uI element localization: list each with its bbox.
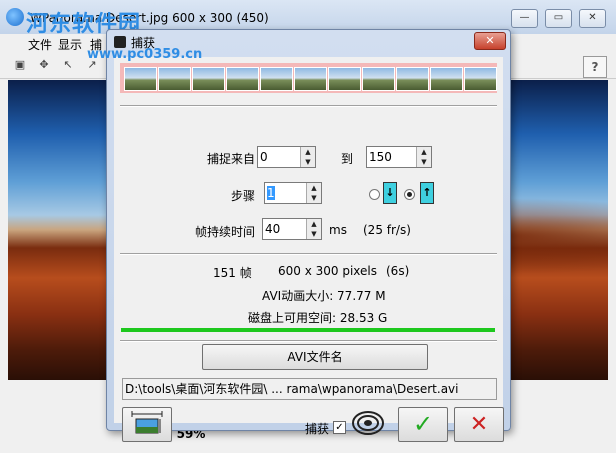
- divider: [120, 105, 497, 107]
- capture-progress-bar: [121, 328, 495, 332]
- disk-free-space: 磁盘上可用空间: 28.53 G: [248, 311, 388, 325]
- film-frame: [396, 67, 429, 91]
- film-frame: [464, 67, 497, 91]
- arrow-up-icon[interactable]: ↑: [420, 182, 434, 204]
- capture-to-value: 150: [369, 150, 392, 164]
- direction-up-radio[interactable]: [404, 189, 415, 200]
- frame-count: 151 帧: [213, 266, 252, 280]
- frame-duration-label: 帧持续时间: [195, 225, 256, 239]
- cancel-button[interactable]: ✕: [454, 407, 504, 442]
- capture-checkbox[interactable]: ✓: [333, 421, 346, 434]
- capture-dialog: 捕获 ✕ 捕捉来自 0 ▲ ▼ 到 150 ▲ ▼ 步骤 1 ▲ ▼ ↓ ↑ 帧…: [106, 29, 511, 442]
- dialog-client: 捕捉来自 0 ▲ ▼ 到 150 ▲ ▼ 步骤 1 ▲ ▼ ↓ ↑ 帧持续时间 40 …: [114, 57, 504, 442]
- step-spinner[interactable]: 1 ▲ ▼: [264, 182, 322, 204]
- film-frame: [328, 67, 361, 91]
- film-frame: [430, 67, 463, 91]
- avi-size: AVI动画大小: 77.77 M: [262, 289, 386, 303]
- watermark-url: www.pc0359.cn: [87, 47, 203, 62]
- toolbar-image-icon[interactable]: ▣: [10, 56, 30, 74]
- capture-checkbox-label: 捕获: [305, 422, 330, 436]
- minimize-button[interactable]: —: [511, 9, 538, 28]
- toolbar-arrow-left-icon[interactable]: ↖: [58, 56, 78, 74]
- ok-button[interactable]: ✓: [398, 407, 448, 442]
- film-frame: [124, 67, 157, 91]
- menu-item-view[interactable]: 显示: [58, 36, 82, 53]
- duration-seconds: (6s): [386, 264, 410, 278]
- maximize-button[interactable]: ▭: [545, 9, 572, 28]
- progress-fill: [121, 328, 495, 332]
- spinner-arrows-icon[interactable]: ▲ ▼: [300, 147, 315, 167]
- film-frame: [192, 67, 225, 91]
- toolbar-move-icon[interactable]: ✥: [34, 56, 54, 74]
- avi-filename-button[interactable]: AVI文件名: [202, 344, 428, 370]
- spinner-arrows-icon[interactable]: ▲ ▼: [416, 147, 431, 167]
- film-frame: [260, 67, 293, 91]
- frame-size-button[interactable]: [122, 407, 172, 442]
- dialog-close-button[interactable]: ✕: [474, 32, 506, 50]
- file-path-field[interactable]: D:\tools\桌面\河东软件园\ ... rama\wpanorama\De…: [122, 378, 497, 400]
- film-strip: [120, 63, 497, 93]
- step-value: 1: [267, 186, 275, 200]
- x-icon: ✕: [469, 412, 489, 437]
- frame-duration-value: 40: [265, 222, 281, 236]
- arrow-down-icon[interactable]: ↓: [383, 182, 397, 204]
- check-icon: ✓: [412, 410, 434, 438]
- frame-size-icon: [131, 411, 163, 434]
- film-frame: [226, 67, 259, 91]
- capture-from-value: 0: [260, 150, 268, 164]
- pixel-size: 600 x 300 pixels: [278, 264, 378, 278]
- film-frame: [158, 67, 191, 91]
- menu-item-file[interactable]: 文件: [28, 36, 52, 53]
- spinner-arrows-icon[interactable]: ▲ ▼: [306, 183, 321, 203]
- ms-unit-label: ms: [329, 223, 347, 237]
- capture-from-spinner[interactable]: 0 ▲ ▼: [257, 146, 316, 168]
- direction-down-radio[interactable]: [369, 189, 380, 200]
- film-reel-icon: [352, 411, 384, 435]
- divider: [120, 340, 497, 342]
- to-label: 到: [341, 152, 354, 166]
- close-window-button[interactable]: ✕: [579, 9, 606, 28]
- step-label: 步骤: [231, 189, 256, 203]
- divider: [120, 253, 497, 255]
- film-frame: [362, 67, 395, 91]
- film-frame: [294, 67, 327, 91]
- fps-text: (25 fr/s): [363, 223, 411, 237]
- capture-to-spinner[interactable]: 150 ▲ ▼: [366, 146, 432, 168]
- capture-from-label: 捕捉来自: [207, 152, 256, 166]
- help-button[interactable]: ?: [583, 56, 607, 78]
- app-icon: [6, 8, 24, 26]
- spinner-arrows-icon[interactable]: ▲ ▼: [306, 219, 321, 239]
- frame-duration-spinner[interactable]: 40 ▲ ▼: [262, 218, 322, 240]
